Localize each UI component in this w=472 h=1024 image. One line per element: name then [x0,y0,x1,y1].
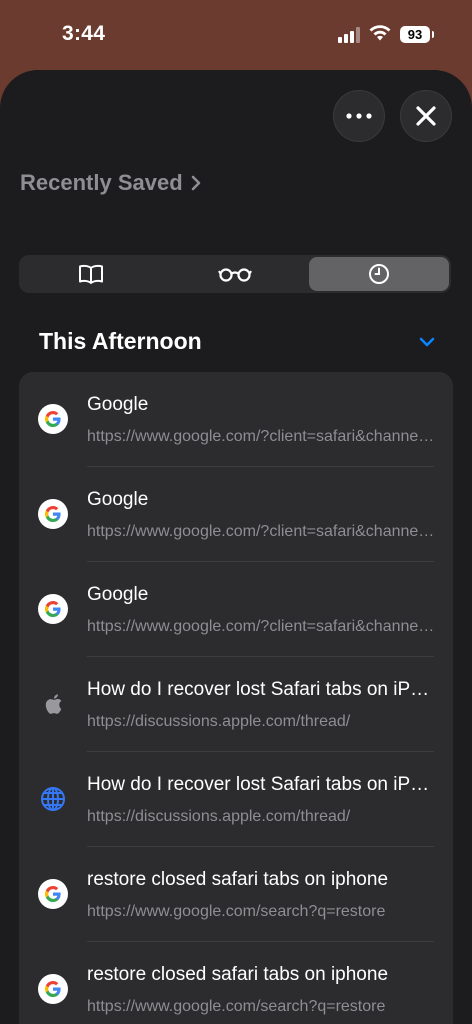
history-row[interactable]: How do I recover lost Safari tabs on iPh… [19,657,453,752]
history-title: restore closed safari tabs on iphone [87,869,389,890]
history-title: Google [87,489,149,510]
tab-bookmarks[interactable] [21,257,161,291]
google-icon [38,404,68,434]
battery-indicator: 93 [400,26,434,43]
more-button[interactable] [333,90,385,142]
history-url: https://www.google.com/?client=safari&ch… [87,428,437,445]
history-row[interactable]: Google https://www.google.com/?client=sa… [19,562,453,657]
wifi-icon [368,24,392,47]
history-title: restore closed safari tabs on iphone [87,964,389,985]
history-url: https://www.google.com/?client=safari&ch… [87,618,437,635]
history-list: Google https://www.google.com/?client=sa… [19,372,453,1024]
section-title: This Afternoon [39,328,202,354]
close-icon [416,106,436,126]
history-url: https://discussions.apple.com/thread/ [87,713,351,730]
more-icon [346,113,372,119]
history-row[interactable]: Google https://www.google.com/?client=sa… [19,372,453,467]
history-title: How do I recover lost Safari tabs on iPh… [87,774,437,795]
history-row[interactable]: restore closed safari tabs on iphone htt… [19,942,453,1024]
history-title: Google [87,584,149,605]
history-url: https://discussions.apple.com/thread/ [87,808,351,825]
history-url: https://www.google.com/?client=safari&ch… [87,523,437,540]
tab-reading-list[interactable] [165,257,305,291]
status-bar: 3:44 93 [0,0,472,70]
history-title: How do I recover lost Safari tabs on iPh… [87,679,437,700]
globe-icon [38,784,68,814]
clock-icon [369,264,389,284]
cellular-signal-icon [338,27,362,43]
history-url: https://www.google.com/search?q=restore [87,998,386,1015]
google-icon [38,594,68,624]
close-button[interactable] [400,90,452,142]
history-url: https://www.google.com/search?q=restore [87,903,386,920]
google-icon [38,879,68,909]
google-icon [38,974,68,1004]
section-header[interactable]: This Afternoon [39,328,435,355]
history-sheet: Recently Saved This Afternoon Google htt… [0,70,472,1024]
history-row[interactable]: Google https://www.google.com/?client=sa… [19,467,453,562]
library-segmented-control [19,255,451,293]
google-icon [38,499,68,529]
recently-saved-label: Recently Saved [20,170,183,195]
chevron-down-icon[interactable] [419,337,435,347]
history-row[interactable]: restore closed safari tabs on iphone htt… [19,847,453,942]
recently-saved-link[interactable]: Recently Saved [20,170,201,196]
book-icon [79,264,103,284]
history-row[interactable]: How do I recover lost Safari tabs on iPh… [19,752,453,847]
apple-icon [38,689,68,719]
status-time: 3:44 [62,22,106,45]
history-title: Google [87,394,149,415]
chevron-right-icon [191,175,200,191]
tab-history[interactable] [309,257,449,291]
reading-glasses-icon [218,268,252,282]
